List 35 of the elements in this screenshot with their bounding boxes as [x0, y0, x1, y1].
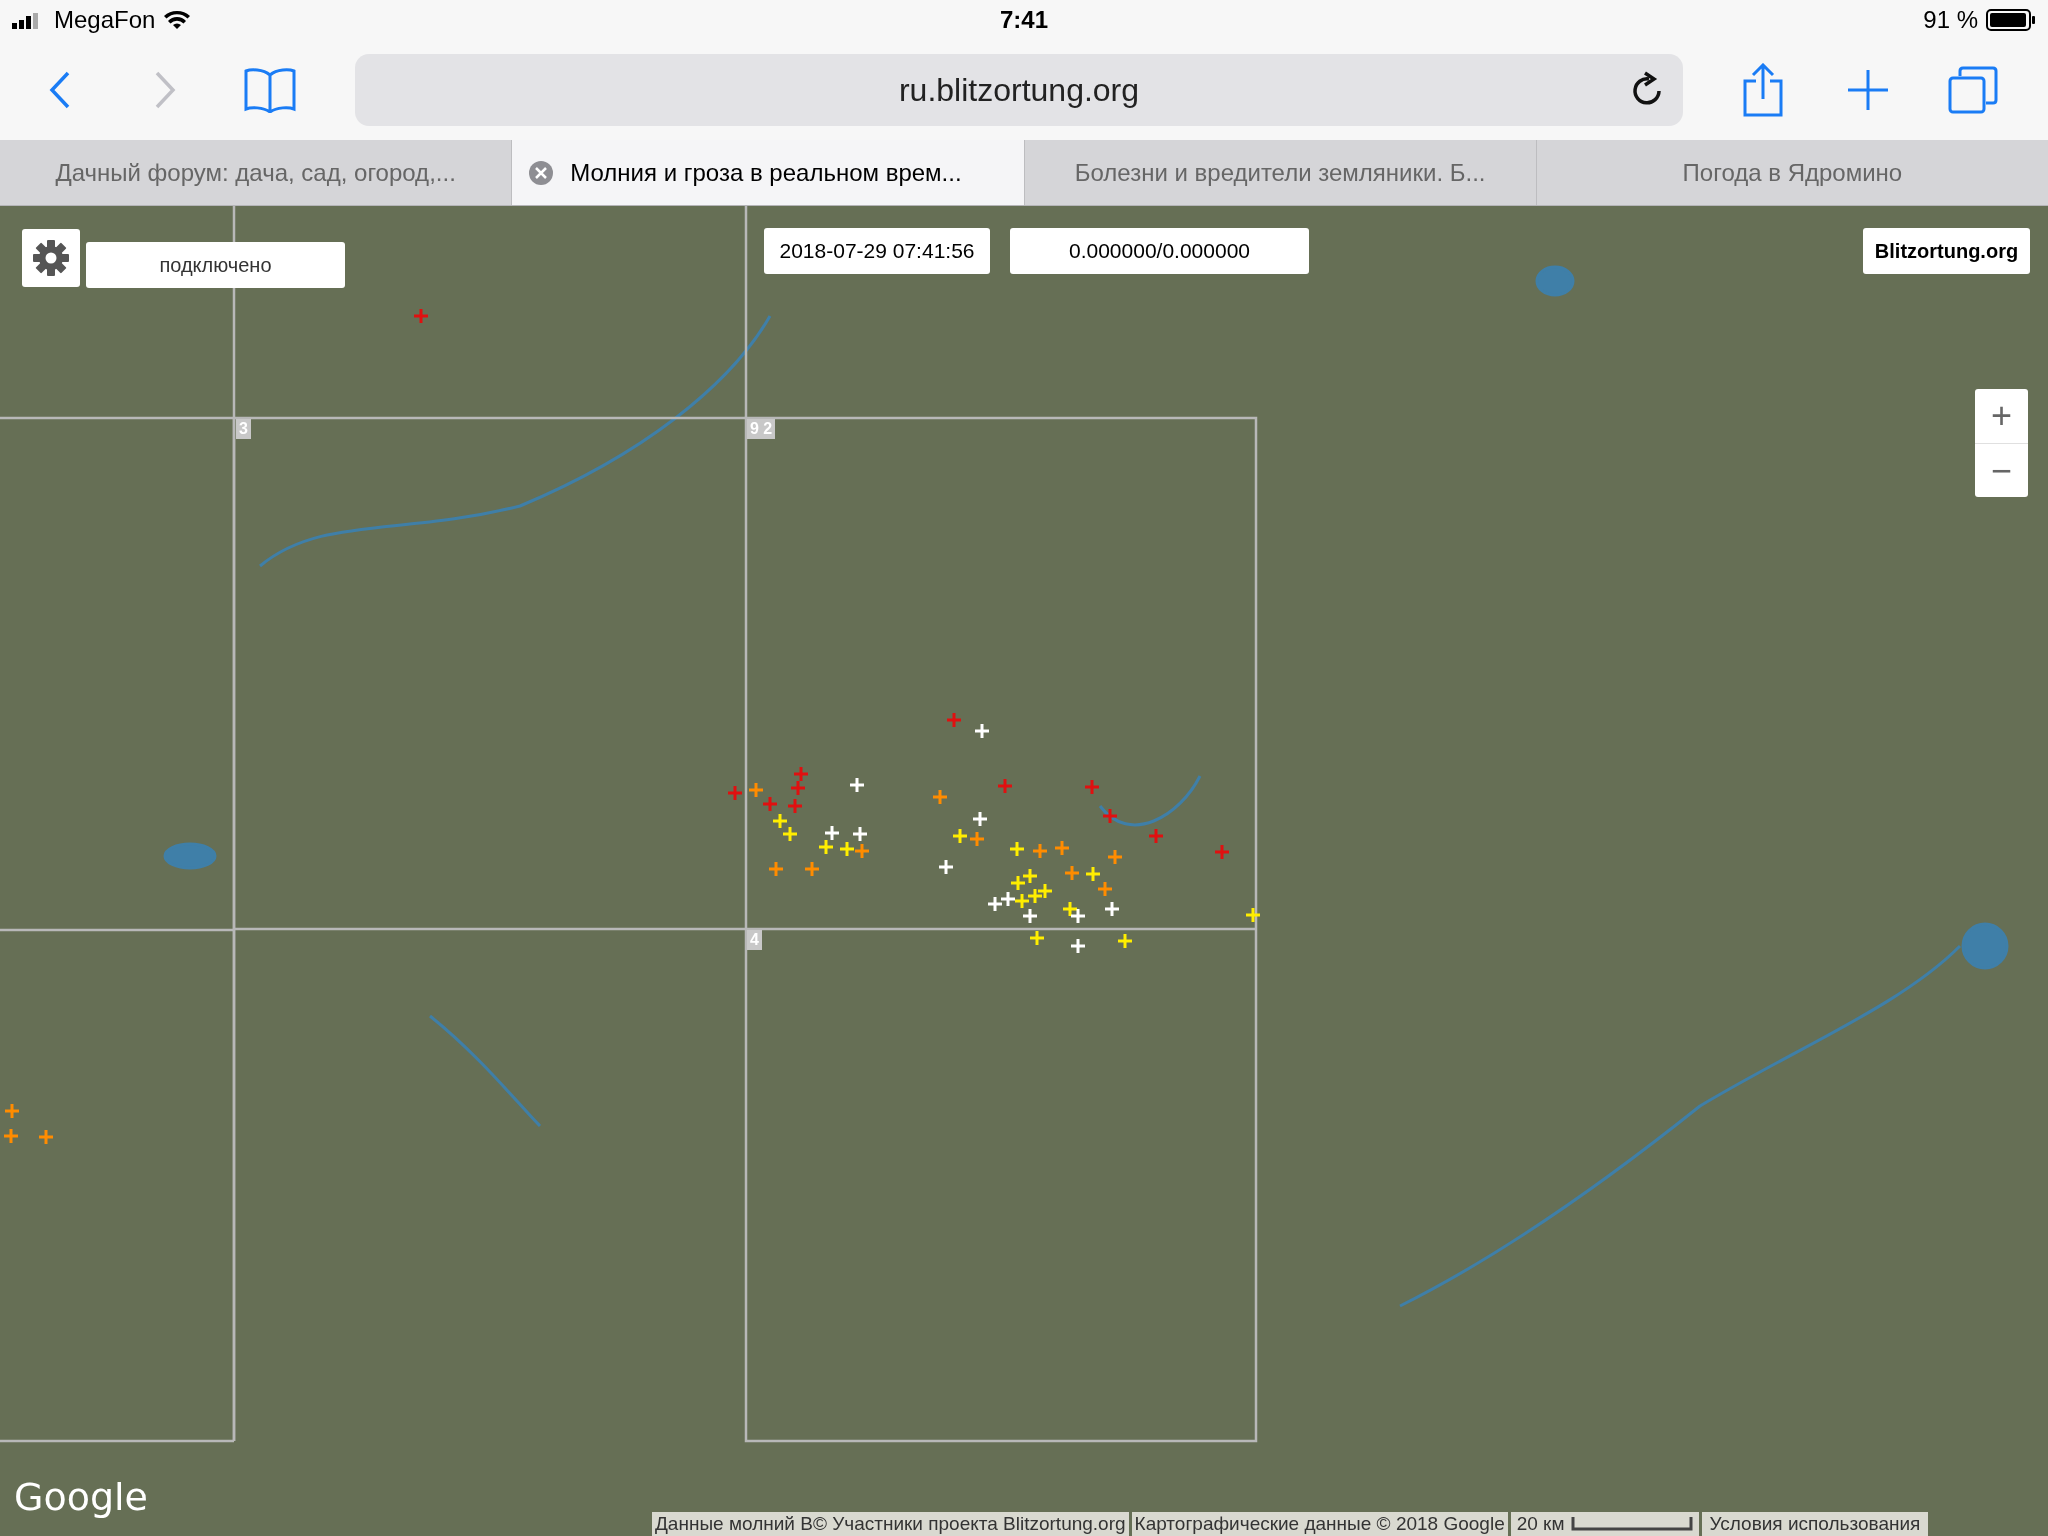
zoom-out-button[interactable]: − — [1975, 443, 2028, 497]
attribution-text: Картографические данные © 2018 Google — [1131, 1512, 1508, 1536]
book-icon — [243, 67, 297, 113]
settings-icon — [31, 238, 71, 278]
battery-icon — [1986, 9, 2036, 31]
address-bar[interactable]: ru.blitzortung.org — [355, 54, 1683, 126]
coordinates-label: 0.000000/0.000000 — [1010, 228, 1309, 274]
timestamp-label: 2018-07-29 07:41:56 — [764, 228, 990, 274]
google-logo: Google — [14, 1474, 148, 1520]
settings-button[interactable] — [22, 229, 80, 287]
connection-status: подключено — [86, 242, 345, 288]
forward-icon — [153, 70, 177, 110]
browser-tab[interactable]: Молния и гроза в реальном врем... — [511, 140, 1024, 205]
scale-bar-icon — [1570, 1517, 1693, 1531]
attribution-text: Данные молний В© Участники проекта Blitzortung.org — [652, 1512, 1129, 1536]
browser-tab[interactable]: Болезни и вредители земляники. Б... — [1023, 140, 1536, 205]
carrier-name: MegaFon — [54, 5, 156, 35]
lake — [1535, 265, 1575, 297]
back-icon — [48, 70, 72, 110]
browser-tab[interactable]: Погода в Ядромино — [1535, 140, 2048, 205]
lake — [1961, 922, 2009, 970]
terms-link[interactable]: Условия использования — [1701, 1512, 1929, 1536]
plus-icon — [1846, 68, 1890, 112]
close-icon[interactable] — [528, 159, 555, 186]
lake — [163, 842, 217, 870]
scale-label: 20 км — [1516, 1512, 1565, 1536]
site-link[interactable]: Blitzortung.org — [1863, 228, 2030, 274]
browser-tab[interactable]: Дачный форум: дача, сад, огород,... — [0, 140, 512, 205]
clock-time: 7:41 — [1000, 5, 1048, 35]
battery-percent: 91 % — [1923, 5, 1978, 35]
tabs-icon — [1948, 66, 1998, 114]
share-icon — [1742, 63, 1784, 117]
zoom-in-button[interactable]: + — [1975, 389, 2028, 443]
url-text: ru.blitzortung.org — [898, 71, 1140, 110]
wifi-icon — [163, 10, 192, 30]
